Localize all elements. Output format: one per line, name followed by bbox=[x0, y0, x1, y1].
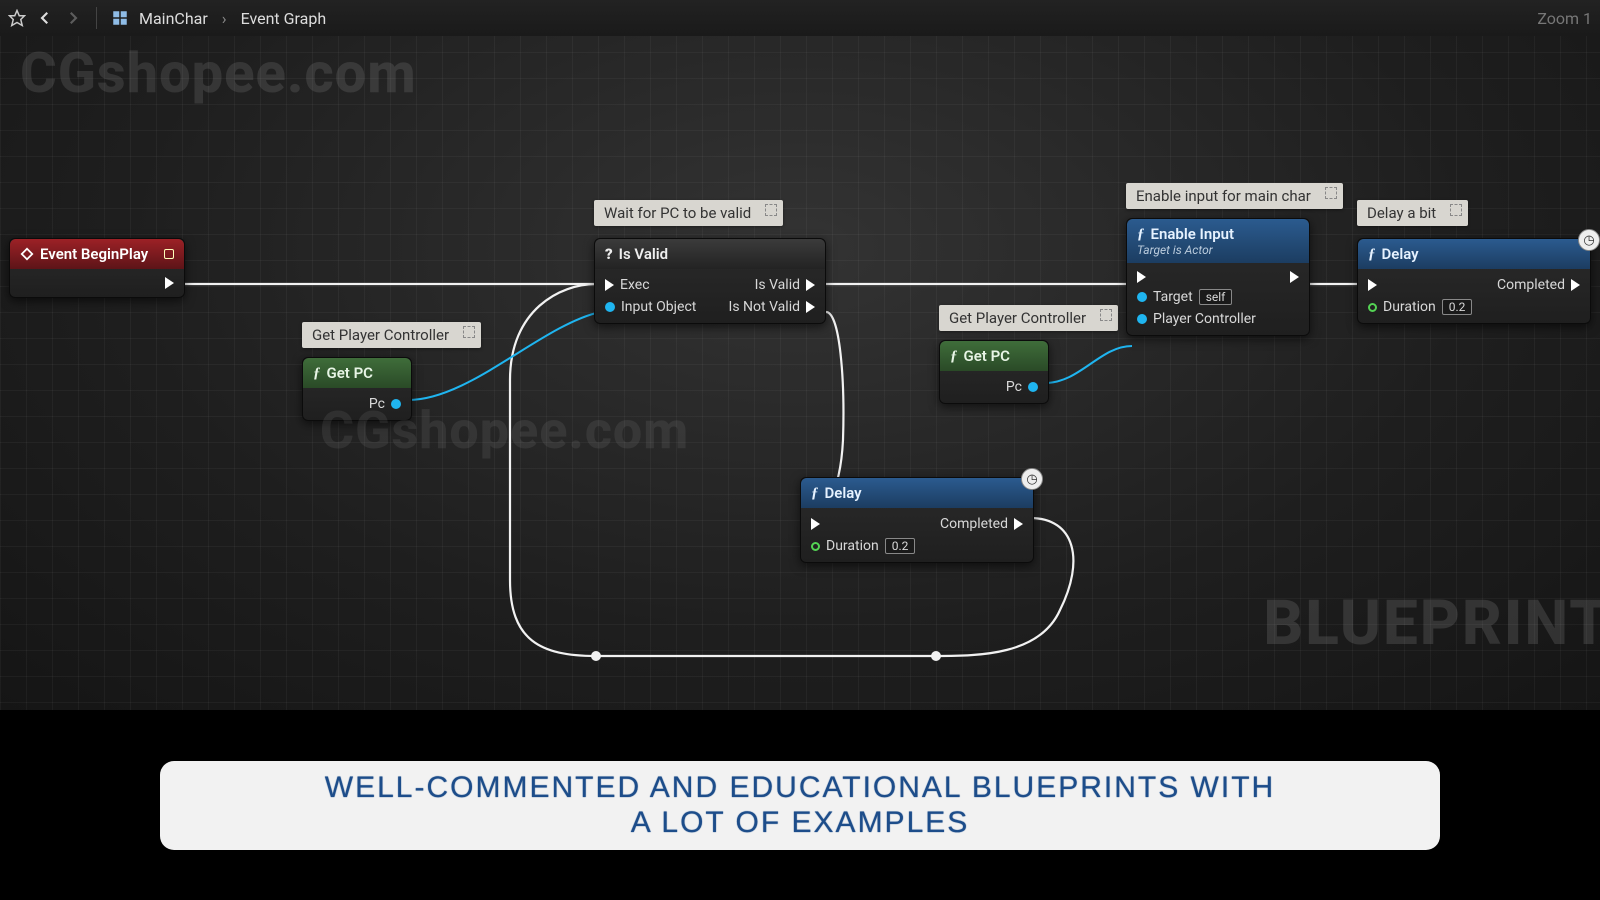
exec-output-pin[interactable] bbox=[20, 277, 174, 289]
function-icon: ƒ bbox=[950, 348, 958, 365]
chevron-right-icon: › bbox=[222, 9, 227, 28]
watermark-top: CGshopee.com bbox=[20, 40, 417, 106]
node-title-text: Get PC bbox=[327, 364, 374, 382]
node-title-text: Enable Input bbox=[1151, 225, 1235, 243]
breadcrumb-root[interactable]: MainChar bbox=[139, 9, 208, 28]
target-input-pin[interactable]: Target self bbox=[1137, 289, 1299, 305]
node-title-text: Is Valid bbox=[619, 245, 668, 263]
toolbar-separator bbox=[96, 7, 97, 29]
node-title-text: Get PC bbox=[964, 347, 1011, 365]
target-value[interactable]: self bbox=[1199, 289, 1233, 305]
badge-icon bbox=[164, 249, 174, 259]
nav-back-icon[interactable] bbox=[36, 9, 54, 27]
exec-input-pin[interactable] bbox=[1368, 277, 1472, 293]
node-title: ƒ Enable Input Target is Actor bbox=[1127, 219, 1309, 263]
duration-input-pin[interactable]: Duration 0.2 bbox=[811, 538, 915, 554]
isvalid-output-pin[interactable]: Is Valid bbox=[717, 277, 815, 293]
watermark-mid: CGshopee.com bbox=[320, 400, 689, 461]
comment-enable-input[interactable]: Enable input for main char bbox=[1126, 183, 1343, 209]
function-icon: ƒ bbox=[1137, 226, 1145, 243]
duration-value[interactable]: 0.2 bbox=[885, 538, 916, 554]
banner-line-1: WELL-COMMENTED AND EDUCATIONAL BLUEPRINT… bbox=[196, 771, 1404, 806]
editor-toolbar: MainChar › Event Graph Zoom 1 bbox=[0, 0, 1600, 36]
isnotvalid-output-pin[interactable]: Is Not Valid bbox=[717, 299, 815, 315]
node-title: ƒ Delay bbox=[801, 478, 1033, 508]
clock-icon: ◷ bbox=[1021, 468, 1043, 490]
exec-input-pin[interactable] bbox=[811, 516, 915, 532]
exec-output-pin[interactable] bbox=[1225, 271, 1299, 283]
exec-input-pin[interactable]: Exec bbox=[605, 277, 703, 293]
zoom-level-label: Zoom 1 bbox=[1537, 9, 1592, 28]
event-icon bbox=[20, 247, 34, 261]
blueprint-graph-editor[interactable]: MainChar › Event Graph Zoom 1 CGshopee.c… bbox=[0, 0, 1600, 710]
comment-delay[interactable]: Delay a bit bbox=[1357, 200, 1468, 226]
comment-get-pc-2[interactable]: Get Player Controller bbox=[939, 305, 1118, 331]
exec-input-pin[interactable] bbox=[1137, 271, 1211, 283]
node-title: Event BeginPlay bbox=[10, 239, 184, 269]
node-title: ƒ Get PC bbox=[940, 341, 1048, 371]
question-icon: ? bbox=[605, 245, 613, 263]
player-controller-input-pin[interactable]: Player Controller bbox=[1137, 311, 1299, 327]
node-delay-2[interactable]: ◷ ƒ Delay Completed Duration 0.2 bbox=[1357, 238, 1591, 324]
completed-output-pin[interactable]: Completed bbox=[1486, 277, 1580, 293]
node-get-pc-2[interactable]: ƒ Get PC Pc bbox=[939, 340, 1049, 404]
function-icon: ƒ bbox=[811, 485, 819, 502]
completed-output-pin[interactable]: Completed bbox=[929, 516, 1023, 532]
function-icon: ƒ bbox=[1368, 246, 1376, 263]
node-event-beginplay[interactable]: Event BeginPlay bbox=[9, 238, 185, 298]
node-title: ? Is Valid bbox=[595, 239, 825, 269]
node-title: ƒ Get PC bbox=[303, 358, 411, 388]
duration-input-pin[interactable]: Duration 0.2 bbox=[1368, 299, 1472, 315]
duration-value[interactable]: 0.2 bbox=[1442, 299, 1473, 315]
breadcrumb-leaf[interactable]: Event Graph bbox=[241, 9, 327, 28]
node-is-valid[interactable]: ? Is Valid Exec Is Valid Input Object Is… bbox=[594, 238, 826, 324]
node-enable-input[interactable]: ƒ Enable Input Target is Actor Target se… bbox=[1126, 218, 1310, 336]
node-subtitle: Target is Actor bbox=[1137, 243, 1299, 257]
pc-output-pin[interactable]: Pc bbox=[950, 379, 1038, 395]
node-title-text: Event BeginPlay bbox=[40, 245, 148, 263]
blueprint-icon[interactable] bbox=[111, 9, 129, 27]
blueprint-watermark: BLUEPRINT bbox=[1263, 587, 1600, 660]
comment-wait-pc[interactable]: Wait for PC to be valid bbox=[594, 200, 783, 226]
caption-banner: WELL-COMMENTED AND EDUCATIONAL BLUEPRINT… bbox=[160, 761, 1440, 850]
node-title-text: Delay bbox=[825, 484, 862, 502]
clock-icon: ◷ bbox=[1578, 229, 1600, 251]
star-icon[interactable] bbox=[8, 9, 26, 27]
comment-get-pc-1[interactable]: Get Player Controller bbox=[302, 322, 481, 348]
function-icon: ƒ bbox=[313, 365, 321, 382]
banner-line-2: A LOT OF EXAMPLES bbox=[196, 806, 1404, 841]
node-title: ƒ Delay bbox=[1358, 239, 1590, 269]
node-delay-1[interactable]: ◷ ƒ Delay Completed Duration 0.2 bbox=[800, 477, 1034, 563]
node-title-text: Delay bbox=[1382, 245, 1419, 263]
nav-forward-icon[interactable] bbox=[64, 9, 82, 27]
input-object-pin[interactable]: Input Object bbox=[605, 299, 703, 315]
